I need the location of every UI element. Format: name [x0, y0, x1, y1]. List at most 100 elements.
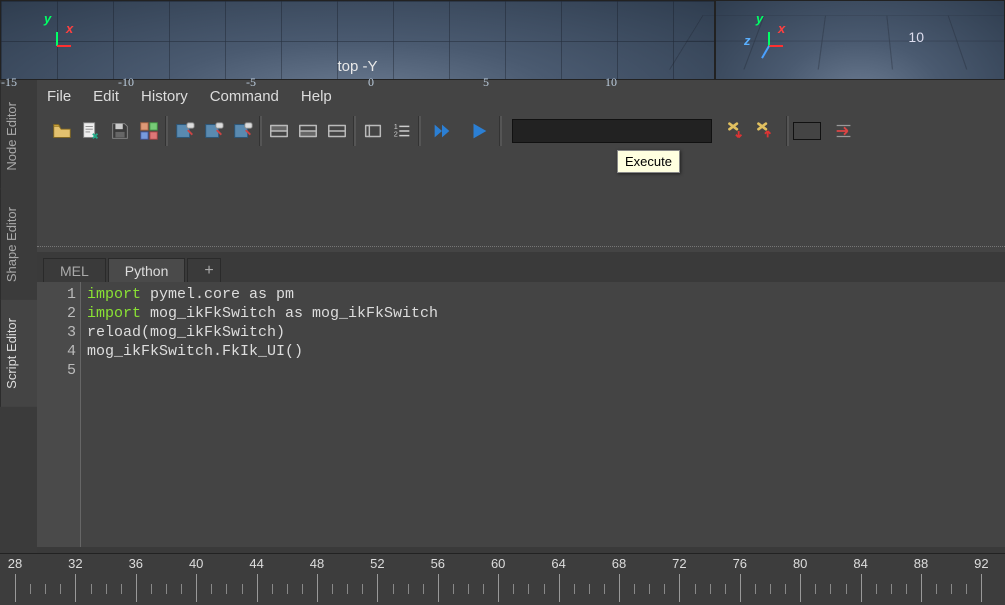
timeline-tick-minor — [393, 584, 394, 594]
timeline-tick-minor — [830, 584, 831, 594]
timeline-tick-minor — [906, 584, 907, 594]
line-number: 5 — [37, 361, 76, 380]
timeline-tick-major — [75, 574, 76, 602]
editor-tabs: MELPython+ — [37, 252, 1005, 282]
timeline-frame-label: 84 — [853, 556, 867, 571]
timeline-frame-label: 36 — [129, 556, 143, 571]
toolbar-separator — [353, 116, 356, 146]
timeline-frame-label: 52 — [370, 556, 384, 571]
show-input-icon[interactable] — [295, 119, 320, 144]
line-number: 4 — [37, 342, 76, 361]
toolbar-trailing-group — [825, 119, 862, 144]
timeline-frame-label: 68 — [612, 556, 626, 571]
syntax-color-swatch[interactable] — [793, 122, 821, 140]
svg-text:2: 2 — [393, 130, 397, 139]
timeline-tick-major — [498, 574, 499, 602]
add-tab-button[interactable]: + — [187, 258, 221, 282]
editor-wrap: 12345 import pymel.core as pmimport mog_… — [37, 282, 1005, 547]
timeline-tick-minor — [513, 584, 514, 594]
save-script-icon[interactable] — [107, 119, 132, 144]
viewport-persp[interactable]: y x z 10 — [715, 0, 1005, 80]
toolbar-separator — [499, 116, 502, 146]
clear-history-icon[interactable] — [172, 119, 197, 144]
timeline-tick-minor — [891, 584, 892, 594]
timeline-tick-minor — [634, 584, 635, 594]
axis-z-label: z — [744, 33, 751, 48]
timeline-tick-major — [196, 574, 197, 602]
menu-history[interactable]: History — [141, 88, 188, 105]
timeline-tick-minor — [272, 584, 273, 594]
code-line[interactable] — [87, 361, 999, 380]
timeline-tick-minor — [242, 584, 243, 594]
source-script-icon[interactable] — [78, 119, 103, 144]
timeline-tick-minor — [453, 584, 454, 594]
code-line[interactable]: mog_ikFkSwitch.FkIk_UI() — [87, 342, 999, 361]
timeline-tick-minor — [362, 584, 363, 594]
timeline-tick-minor — [408, 584, 409, 594]
timeline-tick-minor — [332, 584, 333, 594]
toolbar-separator — [259, 116, 262, 146]
viewport-right-ruler: 10 — [908, 29, 924, 45]
timeline-tick-major — [15, 574, 16, 602]
timeline-tick-major — [981, 574, 982, 602]
timeline-tick-minor — [181, 584, 182, 594]
side-tab-node-editor[interactable]: Node Editor — [0, 84, 37, 189]
timeline-tick-major — [740, 574, 741, 602]
side-tab-shape-editor[interactable]: Shape Editor — [0, 189, 37, 300]
viewport-top[interactable]: y x top -Y -15-10-50510 — [0, 0, 715, 80]
timeline-tick-minor — [106, 584, 107, 594]
axis-gizmo-right: y x z — [750, 31, 786, 61]
execute-icon[interactable] — [462, 119, 495, 144]
editor-tab-mel[interactable]: MEL — [43, 258, 106, 282]
viewport-label: top -Y — [337, 58, 377, 75]
timeline-tick-minor — [287, 584, 288, 594]
menu-file[interactable]: File — [47, 88, 71, 105]
code-line[interactable]: reload(mog_ikFkSwitch) — [87, 323, 999, 342]
timeline-tick-major — [377, 574, 378, 602]
side-tab-script-editor[interactable]: Script Editor — [0, 300, 37, 407]
clear-input-icon[interactable] — [201, 119, 226, 144]
editor-tab-python[interactable]: Python — [108, 258, 186, 282]
timeline-frame-label: 92 — [974, 556, 988, 571]
timeline-tick-minor — [604, 584, 605, 594]
timeline-tick-minor — [770, 584, 771, 594]
line-number: 3 — [37, 323, 76, 342]
show-history-icon[interactable] — [266, 119, 291, 144]
go-to-line-icon[interactable] — [831, 119, 856, 144]
menu-edit[interactable]: Edit — [93, 88, 119, 105]
timeline-tick-minor — [755, 584, 756, 594]
timeline-tick-minor — [951, 584, 952, 594]
menu-command[interactable]: Command — [210, 88, 279, 105]
ruler-tick: -10 — [118, 75, 134, 90]
timeline-tick-major — [257, 574, 258, 602]
timeline-tick-minor — [649, 584, 650, 594]
search-up-icon[interactable] — [751, 119, 776, 144]
code-editor[interactable]: import pymel.core as pmimport mog_ikFkSw… — [81, 282, 1005, 547]
time-slider[interactable]: 2832364044485256606468727680848892 — [0, 553, 1005, 605]
line-numbers-icon[interactable]: 12 — [389, 119, 414, 144]
timeline-tick-major — [438, 574, 439, 602]
toolbar-search-group — [716, 119, 782, 144]
viewport-grid — [669, 16, 1005, 70]
show-both-icon[interactable] — [324, 119, 349, 144]
timeline-tick-minor — [846, 584, 847, 594]
ruler-tick: 0 — [368, 75, 374, 90]
search-down-icon[interactable] — [722, 119, 747, 144]
echo-all-icon[interactable] — [360, 119, 385, 144]
search-input[interactable] — [512, 119, 712, 143]
timeline-tick-minor — [936, 584, 937, 594]
code-line[interactable]: import mog_ikFkSwitch as mog_ikFkSwitch — [87, 304, 999, 323]
clear-all-icon[interactable] — [230, 119, 255, 144]
execute-all-icon[interactable] — [425, 119, 458, 144]
open-script-icon[interactable] — [49, 119, 74, 144]
viewport-row: y x top -Y -15-10-50510 y x z 10 — [0, 0, 1005, 80]
code-line[interactable]: import pymel.core as pm — [87, 285, 999, 304]
timeline-frame-label: 64 — [551, 556, 565, 571]
timeline-tick-major — [136, 574, 137, 602]
ruler-tick: 10 — [605, 75, 617, 90]
menu-help[interactable]: Help — [301, 88, 332, 105]
timeline-tick-minor — [91, 584, 92, 594]
save-to-shelf-icon[interactable] — [136, 119, 161, 144]
timeline-tick-major — [317, 574, 318, 602]
history-output-pane[interactable] — [37, 154, 1005, 246]
